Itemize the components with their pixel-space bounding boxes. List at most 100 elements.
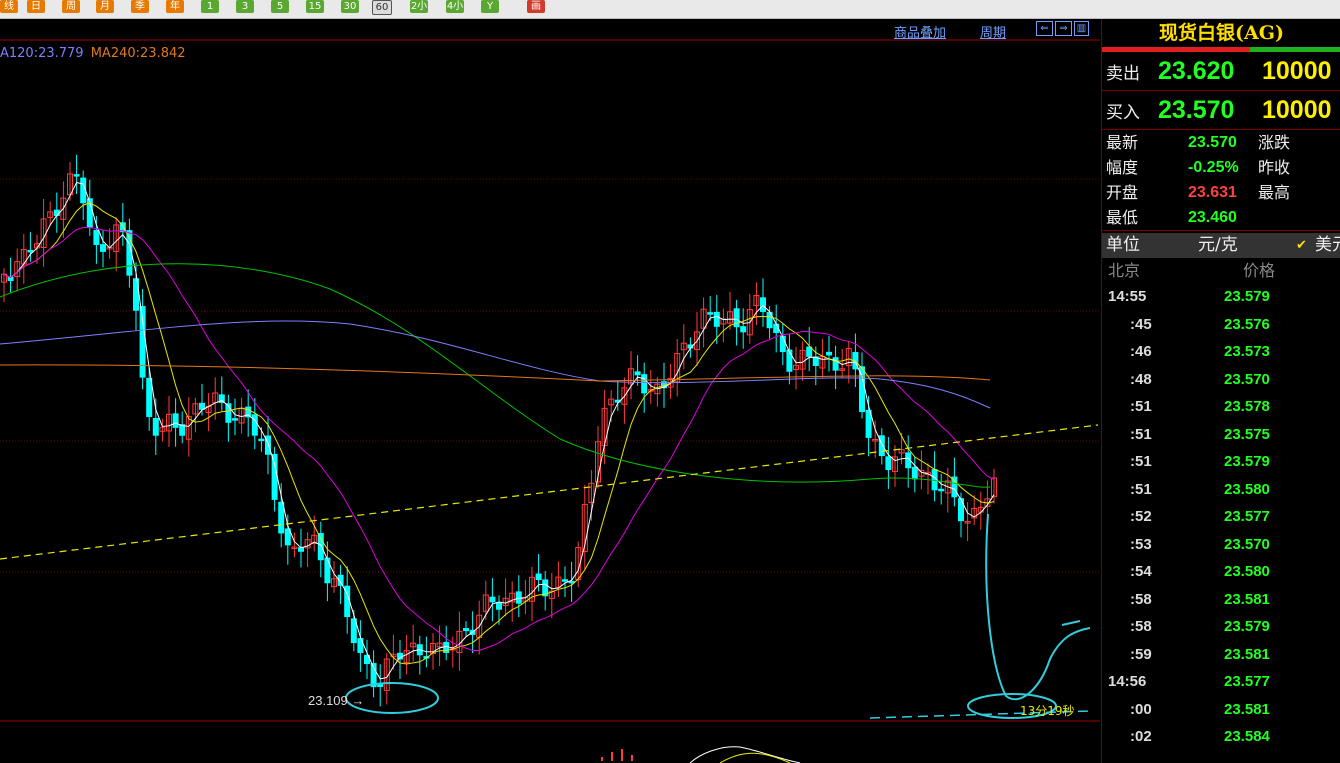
unit-value[interactable]: 元/克	[1198, 233, 1238, 258]
candle-body	[740, 326, 747, 333]
candle-body	[489, 596, 496, 603]
stat-row-open: 开盘 23.631 最高	[1102, 180, 1340, 205]
tick-row: :02 23.584	[1102, 723, 1340, 751]
candle-body	[80, 177, 87, 204]
prev-close-label: 昨收	[1258, 158, 1291, 177]
volume-ma-yellow	[719, 752, 791, 763]
period-button-9[interactable]: 15	[306, 0, 324, 13]
unit-row: 单位 元/克 ✔ 美元	[1102, 233, 1340, 258]
annotation-dash	[1061, 620, 1081, 626]
candle-body	[806, 346, 813, 357]
candle-body	[634, 371, 641, 376]
tick-row: :58 23.581	[1102, 586, 1340, 614]
candle-body	[251, 414, 258, 436]
tick-time: :48	[1130, 370, 1152, 388]
tick-price: 23.575	[1224, 425, 1270, 443]
period-button-2[interactable]: 周	[62, 0, 80, 13]
tick-price: 23.573	[1224, 343, 1270, 360]
candle-body	[317, 533, 324, 561]
tick-row: :00 23.581	[1102, 696, 1340, 724]
tick-row: :45 23.576	[1102, 311, 1340, 339]
buy-row: 买入 23.570 10000	[1102, 91, 1340, 130]
tick-row: :51 23.580	[1102, 476, 1340, 504]
period-link[interactable]: 周期	[980, 22, 1006, 41]
candle-body	[324, 557, 331, 584]
period-button-7[interactable]: 3	[236, 0, 254, 13]
tick-list[interactable]: 14:55 23.579:45 23.576:46 23.573:48 23.570:5…	[1102, 283, 1340, 751]
tick-price: 23.570	[1224, 370, 1270, 388]
period-button-3[interactable]: 月	[96, 0, 114, 13]
high-label: 最高	[1258, 183, 1291, 202]
tick-row: :48 23.570	[1102, 366, 1340, 394]
sell-price: 23.620	[1158, 56, 1235, 85]
open-label: 开盘	[1106, 183, 1139, 202]
tick-row: :51 23.578	[1102, 393, 1340, 421]
tick-price: 23.577	[1224, 673, 1270, 690]
candle-body	[911, 466, 918, 480]
period-button-15[interactable]: 画	[527, 0, 545, 13]
latest-label: 最新	[1106, 133, 1139, 152]
candle-body	[232, 418, 238, 421]
candle-body	[786, 349, 793, 372]
instrument-title: 现货白银(AG)	[1159, 22, 1284, 44]
stat-row-range: 幅度 -0.25% 昨收	[1102, 155, 1340, 180]
tick-price: 23.579	[1224, 453, 1270, 470]
tick-price: 23.581	[1224, 645, 1270, 663]
tick-row: :54 23.580	[1102, 558, 1340, 586]
candle-body	[878, 435, 885, 457]
currency-toggle[interactable]: 美元	[1315, 233, 1340, 258]
candle-body	[826, 351, 832, 356]
ma120-label: A120:23.779	[0, 46, 84, 61]
period-button-10[interactable]: 30	[341, 0, 359, 13]
period-button-6[interactable]: 1	[201, 0, 219, 13]
candle-body	[199, 402, 205, 410]
quote-panel: 现货白银(AG) 卖出 23.620 10000 买入 23.570 10000…	[1101, 19, 1340, 763]
price-chart-area[interactable]: 23.109 → 13分19秒 A120:23.779 MA240:23.842 …	[0, 19, 1100, 763]
stat-row-low: 最低 23.460	[1102, 205, 1340, 230]
tick-price: 23.579	[1224, 618, 1270, 635]
candle-body	[53, 209, 60, 217]
scroll-left-icon[interactable]: ⇐	[1036, 21, 1053, 36]
unit-label: 单位	[1106, 235, 1140, 255]
tick-price: 23.576	[1224, 315, 1270, 333]
check-icon[interactable]: ✔	[1296, 233, 1307, 258]
period-button-12[interactable]: 2小	[410, 0, 428, 13]
annotation-curve	[985, 513, 1091, 701]
tick-row: :53 23.570	[1102, 531, 1340, 559]
candle-body	[535, 573, 542, 580]
buy-price: 23.570	[1158, 95, 1235, 124]
tick-price: 23.570	[1224, 535, 1270, 553]
candle-body	[27, 249, 34, 253]
candle-body	[713, 311, 720, 327]
period-button-0[interactable]: 线	[0, 0, 18, 13]
period-button-13[interactable]: 4小	[446, 0, 464, 13]
candle-body	[562, 579, 568, 582]
overlay-link[interactable]: 商品叠加	[894, 22, 946, 41]
period-button-14[interactable]: Y	[481, 0, 499, 13]
tick-row: :59 23.581	[1102, 641, 1340, 669]
scroll-right-icon[interactable]: ⇒	[1055, 21, 1072, 36]
period-button-4[interactable]: 季	[131, 0, 149, 13]
tick-time: :51	[1130, 453, 1152, 470]
latest-value: 23.570	[1188, 134, 1237, 151]
tick-row: :51 23.579	[1102, 448, 1340, 476]
sell-row: 卖出 23.620 10000	[1102, 52, 1340, 91]
tick-row: :58 23.579	[1102, 613, 1340, 641]
stats-block: 最新 23.570 涨跌 幅度 -0.25% 昨收 开盘 23.631 最高 最…	[1102, 130, 1340, 231]
trend-line	[0, 424, 1099, 560]
candle-body	[271, 453, 278, 500]
candle-body	[938, 488, 945, 492]
layout-icon[interactable]: ▥	[1074, 21, 1089, 36]
period-button-1[interactable]: 日	[27, 0, 45, 13]
tick-header: 北京 价格	[1102, 258, 1340, 283]
period-button-8[interactable]: 5	[271, 0, 289, 13]
tick-time: :58	[1130, 590, 1152, 608]
period-button-11[interactable]: 60	[372, 0, 392, 15]
period-button-5[interactable]: 年	[166, 0, 184, 13]
range-value: -0.25%	[1188, 159, 1239, 176]
change-label: 涨跌	[1258, 133, 1291, 152]
kline-chart[interactable]: 23.109 → 13分19秒	[0, 19, 1100, 763]
tick-row: :51 23.575	[1102, 421, 1340, 449]
sell-volume: 10000	[1262, 56, 1332, 85]
tick-place-label: 北京	[1108, 261, 1141, 280]
